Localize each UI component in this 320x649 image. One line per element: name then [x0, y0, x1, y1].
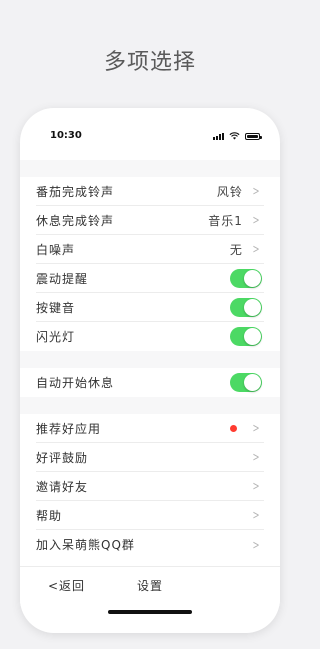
row-help[interactable]: 帮助 >: [36, 501, 264, 530]
home-indicator[interactable]: [108, 610, 192, 614]
row-break-ringtone[interactable]: 休息完成铃声 音乐1 >: [36, 206, 264, 235]
row-invite-friends[interactable]: 邀请好友 >: [36, 472, 264, 501]
battery-icon: [245, 132, 262, 140]
phone-frame: 10:30 番茄完成铃声 风铃 > 休息完成铃声 音乐1 > 白噪声 无 > 震…: [20, 108, 280, 633]
row-auto-start-break: 自动开始休息: [36, 368, 264, 397]
wifi-icon: [229, 132, 240, 140]
row-label: 加入呆萌熊QQ群: [36, 538, 135, 552]
chevron-right-icon: >: [252, 479, 260, 493]
row-label: 按键音: [36, 300, 76, 315]
hero-title: 多项选择: [103, 50, 196, 75]
row-join-qq-group[interactable]: 加入呆萌熊QQ群 >: [36, 530, 264, 559]
chevron-right-icon: >: [252, 213, 260, 227]
row-label: 帮助: [36, 508, 63, 523]
key-sound-toggle[interactable]: [230, 297, 262, 317]
back-button[interactable]: <返回: [48, 577, 85, 594]
row-flashlight: 闪光灯: [36, 322, 264, 351]
chevron-right-icon: >: [252, 184, 260, 198]
row-label: 白噪声: [36, 242, 76, 257]
chevron-right-icon: >: [252, 421, 260, 435]
settings-group-sounds: 番茄完成铃声 风铃 > 休息完成铃声 音乐1 > 白噪声 无 > 震动提醒 按键…: [20, 177, 280, 351]
row-label: 震动提醒: [36, 271, 89, 286]
section-spacer: [20, 351, 280, 368]
settings-group-auto: 自动开始休息: [20, 368, 280, 397]
chevron-right-icon: >: [252, 508, 260, 522]
row-rate-app[interactable]: 好评鼓励 >: [36, 443, 264, 472]
vibration-toggle[interactable]: [230, 268, 262, 288]
status-icons: [213, 132, 262, 140]
row-white-noise[interactable]: 白噪声 无 >: [36, 235, 264, 264]
row-pomodoro-ringtone[interactable]: 番茄完成铃声 风铃 >: [36, 177, 264, 206]
settings-group-more: 推荐好应用 > 好评鼓励 > 邀请好友 > 帮助 > 加入呆萌熊QQ群 >: [20, 414, 280, 559]
row-label: 自动开始休息: [36, 376, 115, 390]
row-label: 邀请好友: [36, 479, 89, 494]
notification-dot-icon: [229, 424, 237, 432]
cellular-signal-icon: [213, 132, 224, 140]
status-time: 10:30: [50, 130, 82, 141]
section-spacer: [20, 397, 280, 414]
row-value: 无: [229, 242, 243, 257]
chevron-right-icon: >: [252, 537, 260, 552]
bottom-nav-bar: 设置 <返回: [20, 566, 280, 606]
row-value: 音乐1: [208, 213, 243, 228]
auto-start-break-toggle[interactable]: [230, 373, 262, 392]
row-recommend-apps[interactable]: 推荐好应用 >: [36, 414, 264, 443]
flashlight-toggle[interactable]: [230, 327, 262, 346]
row-label: 闪光灯: [36, 330, 76, 344]
row-label: 推荐好应用: [36, 421, 102, 436]
row-vibration: 震动提醒: [36, 264, 264, 293]
chevron-right-icon: >: [252, 242, 260, 256]
row-label: 休息完成铃声: [36, 213, 115, 228]
section-spacer: [20, 160, 280, 177]
row-key-sound: 按键音: [36, 293, 264, 322]
row-label: 好评鼓励: [36, 450, 89, 465]
row-value: 风铃: [216, 184, 243, 199]
row-label: 番茄完成铃声: [36, 184, 115, 199]
settings-list: 番茄完成铃声 风铃 > 休息完成铃声 音乐1 > 白噪声 无 > 震动提醒 按键…: [20, 160, 280, 559]
chevron-right-icon: >: [252, 450, 260, 464]
status-bar: 10:30: [20, 108, 280, 160]
